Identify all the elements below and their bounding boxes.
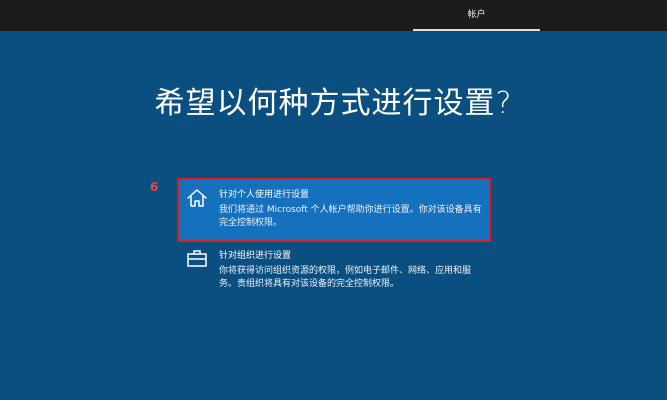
top-bar: 帐户: [0, 0, 667, 31]
tab-account[interactable]: 帐户: [413, 0, 540, 31]
option-organization-description: 你将获得访问组织资源的权限，例如电子邮件、网络、应用和服务。贵组织将具有对该设备…: [219, 266, 472, 289]
tab-active-underline: [413, 29, 540, 31]
briefcase-icon: [186, 248, 208, 268]
option-personal-text: 针对个人使用进行设置 我们将通过 Microsoft 个人帐户帮助你进行设置。你…: [219, 189, 485, 230]
option-personal-heading: 针对个人使用进行设置: [219, 190, 310, 200]
option-personal-use[interactable]: 针对个人使用进行设置 我们将通过 Microsoft 个人帐户帮助你进行设置。你…: [177, 178, 491, 242]
option-organization-heading: 针对组织进行设置: [219, 251, 292, 261]
option-personal-description: 我们将通过 Microsoft 个人帐户帮助你进行设置。你对该设备具有完全控制权…: [219, 205, 482, 228]
step-number-annotation: 6: [150, 180, 159, 194]
page-title: 希望以何种方式进行设置?: [154, 86, 513, 121]
home-icon: [186, 188, 208, 208]
tab-account-label: 帐户: [467, 10, 486, 20]
option-organization-text: 针对组织进行设置 你将获得访问组织资源的权限，例如电子邮件、网络、应用和服务。贵…: [219, 250, 485, 291]
option-organization[interactable]: 针对组织进行设置 你将获得访问组织资源的权限，例如电子邮件、网络、应用和服务。贵…: [179, 246, 489, 294]
